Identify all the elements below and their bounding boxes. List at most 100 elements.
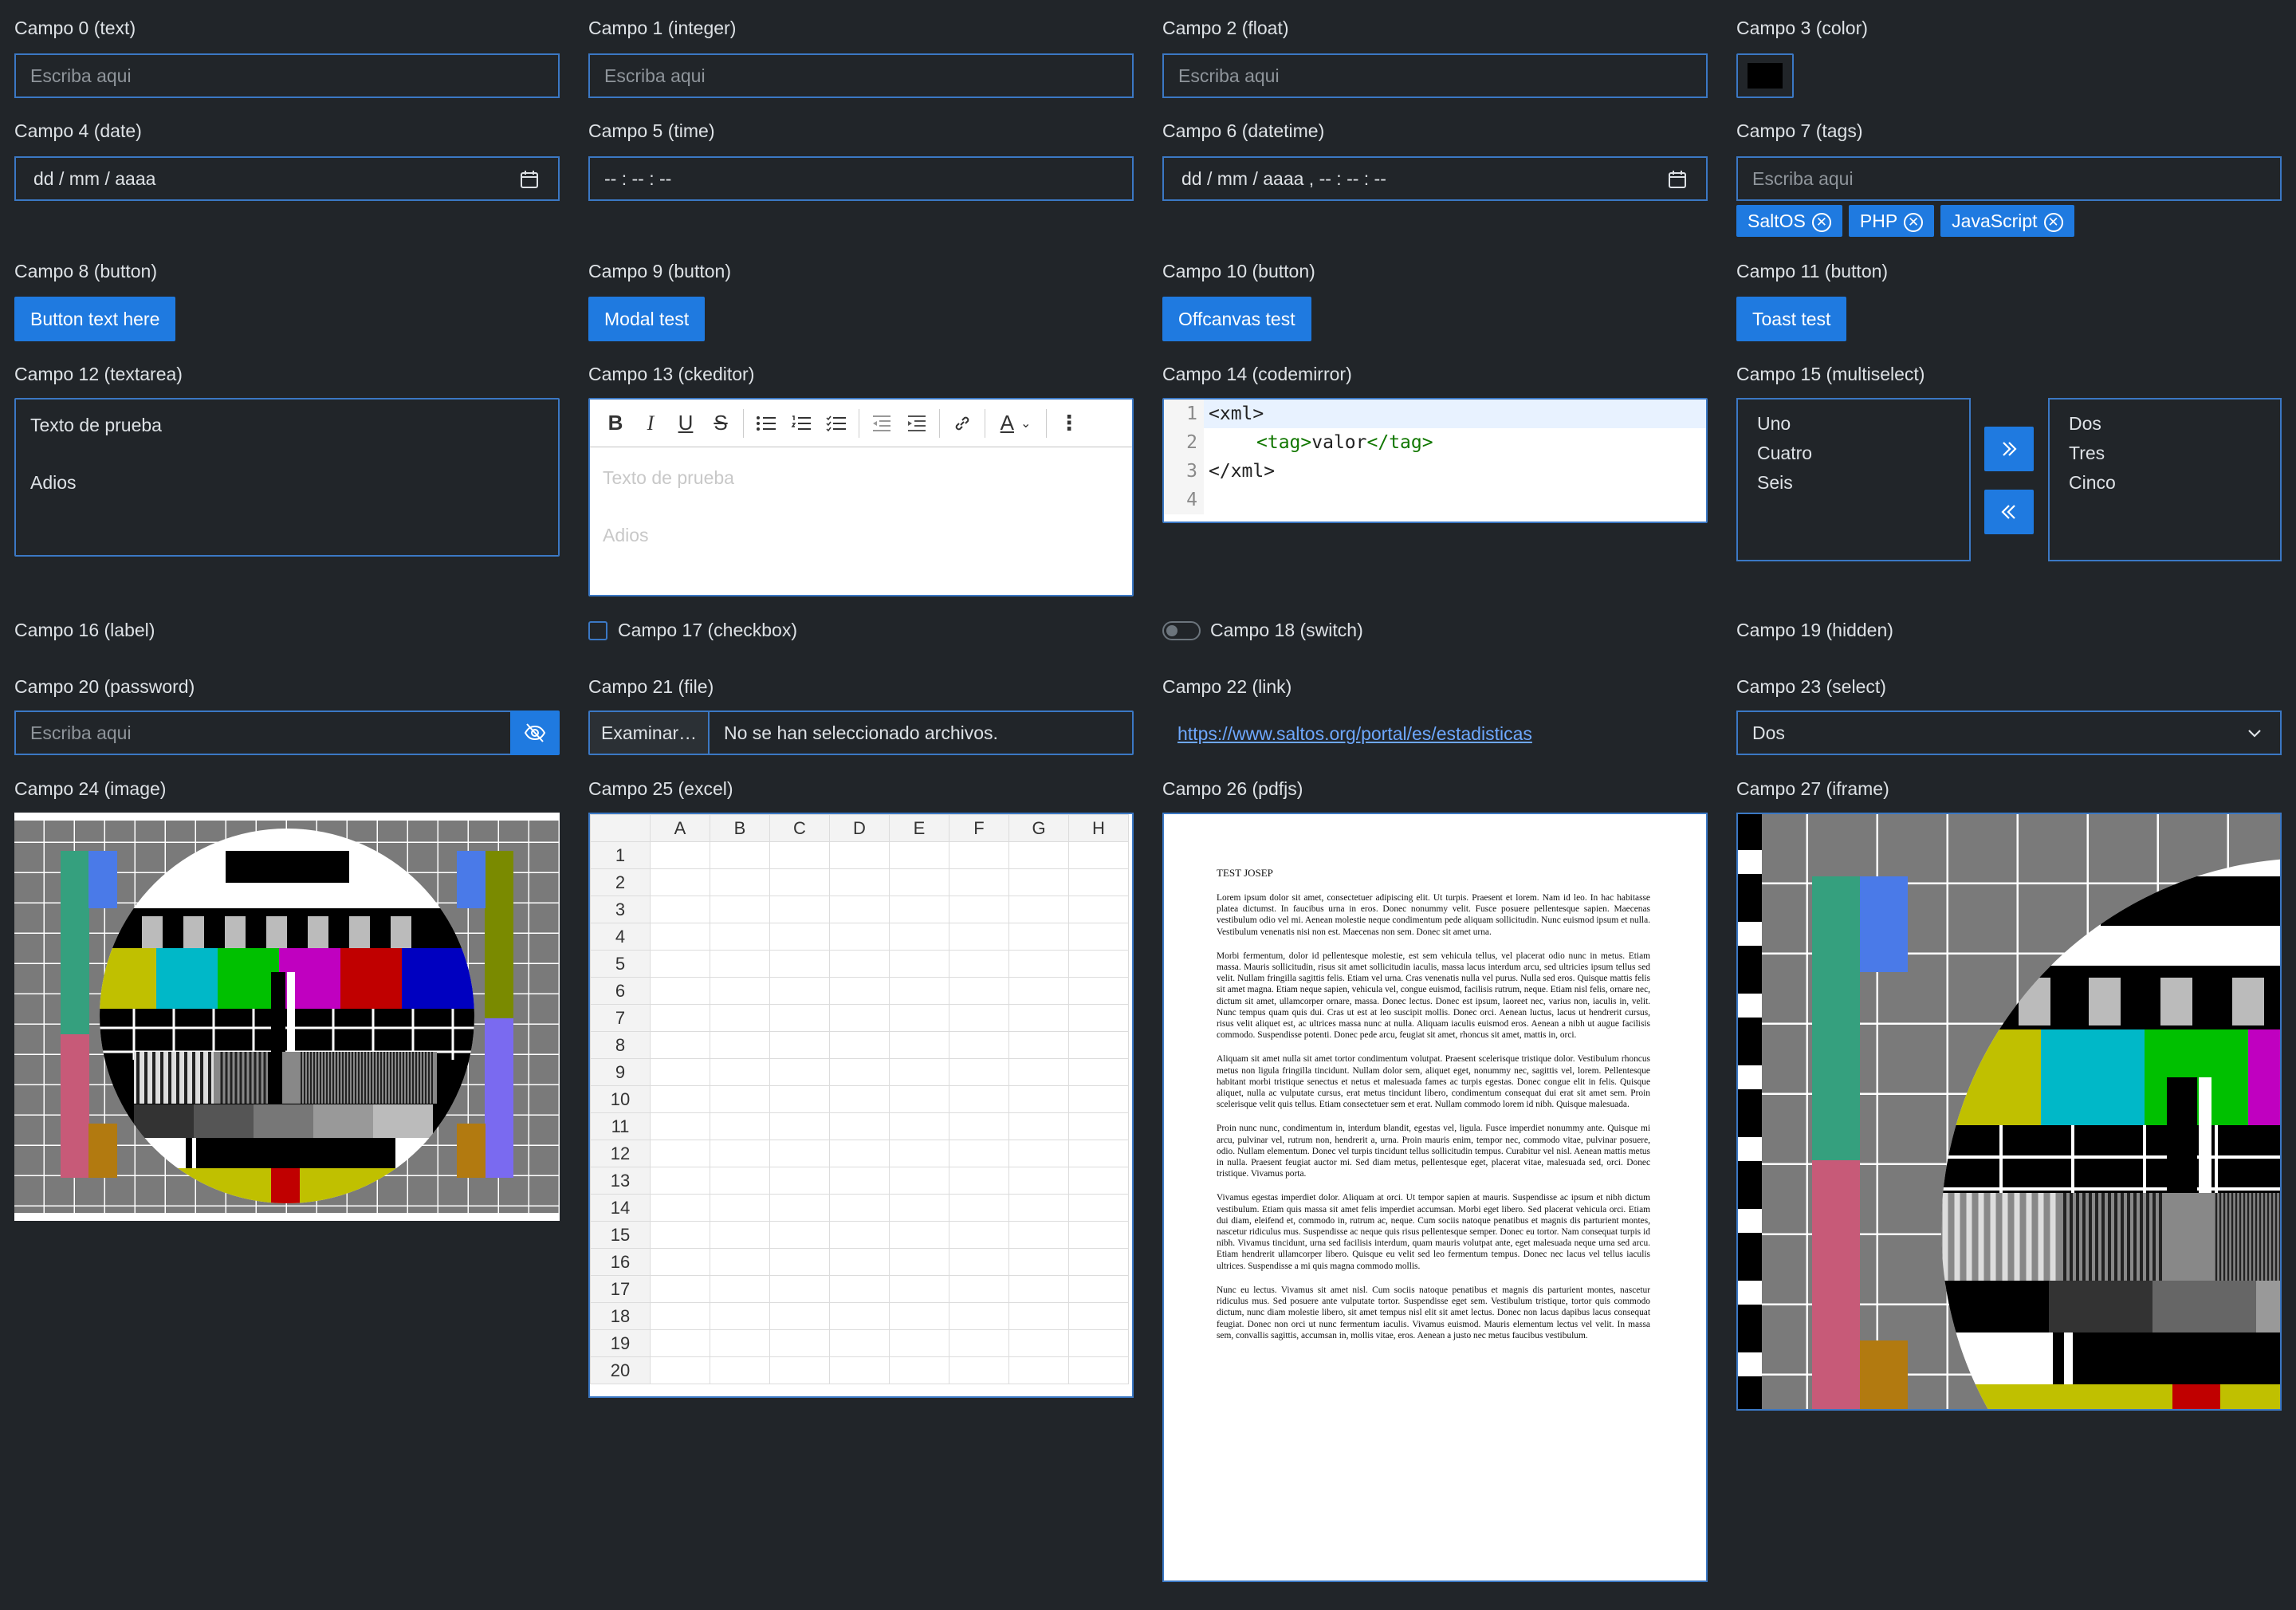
cell[interactable] bbox=[1068, 923, 1129, 951]
cell[interactable] bbox=[1008, 1356, 1069, 1384]
ckeditor[interactable]: B I U S A ⌄ ⋮ Texto de prueba Adios bbox=[588, 398, 1134, 596]
cell[interactable] bbox=[1068, 1194, 1129, 1222]
cell[interactable] bbox=[889, 868, 949, 896]
cell[interactable] bbox=[829, 1248, 890, 1276]
cell[interactable] bbox=[949, 977, 1009, 1005]
close-icon[interactable]: ✕ bbox=[1811, 212, 1831, 232]
iframe-viewer[interactable] bbox=[1736, 813, 2282, 1411]
float-input[interactable]: Escriba aqui bbox=[1162, 53, 1708, 98]
cell[interactable] bbox=[1008, 1275, 1069, 1303]
cell[interactable] bbox=[829, 1221, 890, 1249]
row-header[interactable]: 5 bbox=[590, 950, 651, 978]
cell[interactable] bbox=[650, 1140, 710, 1167]
cell[interactable] bbox=[710, 1194, 770, 1222]
cell[interactable] bbox=[829, 1140, 890, 1167]
tags-input[interactable]: Escriba aqui bbox=[1736, 156, 2282, 201]
numbered-list-icon[interactable] bbox=[784, 406, 819, 441]
column-header[interactable]: E bbox=[889, 814, 949, 842]
cell[interactable] bbox=[650, 950, 710, 978]
link-icon[interactable] bbox=[945, 406, 980, 441]
cell[interactable] bbox=[1008, 1302, 1069, 1330]
cell[interactable] bbox=[710, 1167, 770, 1195]
cell[interactable] bbox=[1068, 1085, 1129, 1113]
cell[interactable] bbox=[769, 1221, 830, 1249]
cell[interactable] bbox=[769, 1275, 830, 1303]
cell[interactable] bbox=[889, 923, 949, 951]
cell[interactable] bbox=[949, 923, 1009, 951]
cell[interactable] bbox=[889, 841, 949, 869]
cell[interactable] bbox=[710, 868, 770, 896]
close-icon[interactable]: ✕ bbox=[2043, 212, 2063, 232]
date-input[interactable]: dd / mm / aaaa bbox=[14, 156, 560, 201]
cell[interactable] bbox=[949, 1167, 1009, 1195]
cell[interactable] bbox=[889, 1058, 949, 1086]
cell[interactable] bbox=[650, 1194, 710, 1222]
cell[interactable] bbox=[1008, 1140, 1069, 1167]
cell[interactable] bbox=[710, 1140, 770, 1167]
cell[interactable] bbox=[710, 923, 770, 951]
row-header[interactable]: 14 bbox=[590, 1194, 651, 1222]
textarea[interactable]: Texto de prueba Adios bbox=[14, 398, 560, 557]
cell[interactable] bbox=[710, 1356, 770, 1384]
column-header[interactable]: C bbox=[769, 814, 830, 842]
cell[interactable] bbox=[710, 1004, 770, 1032]
toggle-switch[interactable] bbox=[1162, 621, 1201, 640]
italic-icon[interactable]: I bbox=[633, 406, 668, 441]
file-input[interactable]: Examinar… No se han seleccionado archivo… bbox=[588, 711, 1134, 755]
cell[interactable] bbox=[889, 1004, 949, 1032]
cell[interactable] bbox=[650, 1302, 710, 1330]
cell[interactable] bbox=[889, 1248, 949, 1276]
cell[interactable] bbox=[949, 1112, 1009, 1140]
cell[interactable] bbox=[710, 1221, 770, 1249]
cell[interactable] bbox=[710, 1329, 770, 1357]
row-header[interactable]: 1 bbox=[590, 841, 651, 869]
strikethrough-icon[interactable]: S bbox=[703, 406, 738, 441]
cell[interactable] bbox=[1008, 1112, 1069, 1140]
cell[interactable] bbox=[1068, 1140, 1129, 1167]
cell[interactable] bbox=[650, 1329, 710, 1357]
cell[interactable] bbox=[949, 1194, 1009, 1222]
cell[interactable] bbox=[1008, 1167, 1069, 1195]
tag-javascript[interactable]: JavaScript ✕ bbox=[1940, 205, 2074, 237]
cell[interactable] bbox=[769, 1031, 830, 1059]
checkbox[interactable] bbox=[588, 621, 607, 640]
close-icon[interactable]: ✕ bbox=[1904, 212, 1924, 232]
cell[interactable] bbox=[1008, 1329, 1069, 1357]
indent-icon[interactable] bbox=[899, 406, 934, 441]
cell[interactable] bbox=[829, 1031, 890, 1059]
cell[interactable] bbox=[1068, 950, 1129, 978]
cell[interactable] bbox=[829, 1356, 890, 1384]
column-header[interactable]: F bbox=[949, 814, 1009, 842]
list-item[interactable]: Tres bbox=[2069, 439, 2261, 468]
cell[interactable] bbox=[949, 1221, 1009, 1249]
cell[interactable] bbox=[1008, 1004, 1069, 1032]
cell[interactable] bbox=[769, 868, 830, 896]
bulleted-list-icon[interactable] bbox=[749, 406, 784, 441]
cell[interactable] bbox=[949, 1356, 1009, 1384]
row-header[interactable]: 4 bbox=[590, 923, 651, 951]
cell[interactable] bbox=[769, 1248, 830, 1276]
row-header[interactable]: 6 bbox=[590, 977, 651, 1005]
cell[interactable] bbox=[889, 1221, 949, 1249]
cell[interactable] bbox=[949, 950, 1009, 978]
cell[interactable] bbox=[829, 977, 890, 1005]
cell[interactable] bbox=[1068, 1221, 1129, 1249]
cell[interactable] bbox=[889, 1275, 949, 1303]
offcanvas-test-button[interactable]: Offcanvas test bbox=[1162, 297, 1311, 341]
cell[interactable] bbox=[1008, 923, 1069, 951]
cell[interactable] bbox=[1068, 1058, 1129, 1086]
cell[interactable] bbox=[769, 950, 830, 978]
underline-icon[interactable]: U bbox=[668, 406, 703, 441]
multiselect-available-list[interactable]: Uno Cuatro Seis bbox=[1736, 398, 1971, 561]
cell[interactable] bbox=[650, 977, 710, 1005]
list-item[interactable]: Cinco bbox=[2069, 468, 2261, 498]
cell[interactable] bbox=[1068, 1112, 1129, 1140]
cell[interactable] bbox=[829, 1004, 890, 1032]
cell[interactable] bbox=[949, 1329, 1009, 1357]
cell[interactable] bbox=[710, 1085, 770, 1113]
cell[interactable] bbox=[769, 1194, 830, 1222]
column-header[interactable]: G bbox=[1008, 814, 1069, 842]
list-item[interactable]: Uno bbox=[1757, 409, 1950, 439]
cell[interactable] bbox=[769, 1058, 830, 1086]
cell[interactable] bbox=[889, 1356, 949, 1384]
